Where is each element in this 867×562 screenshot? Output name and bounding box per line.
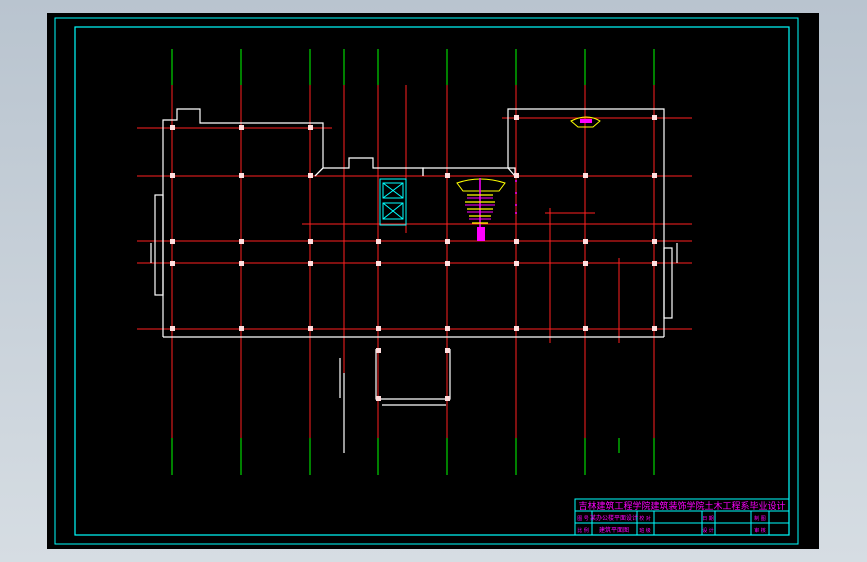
title-block-drawing-name: 建筑平面图 (599, 526, 629, 534)
title-block-cell: 设 计 (702, 527, 714, 534)
axis-red-vertical (171, 85, 655, 438)
inner-frame (74, 26, 790, 536)
title-block-cell: 制 图 (754, 515, 766, 522)
building-outline (150, 108, 678, 453)
elevator-shaft (379, 178, 407, 226)
axis-green-top (171, 49, 655, 85)
column-markers (170, 115, 657, 401)
floor-plan-drawing: 吉林建筑工程学院建筑装饰学院土木工程系毕业设计 某办公楼平面设计 建筑平面图 图… (54, 17, 799, 545)
stair-symbol (456, 116, 601, 241)
title-block-cell: 审 核 (754, 527, 766, 534)
outer-frame (54, 17, 799, 545)
title-block-cell: 比 例 (577, 527, 589, 534)
title-block-cell: 班 级 (639, 527, 651, 534)
title-block-subject: 某办公楼平面设计 (590, 514, 638, 522)
drawing-viewport[interactable]: 吉林建筑工程学院建筑装饰学院土木工程系毕业设计 某办公楼平面设计 建筑平面图 图… (47, 13, 819, 549)
title-block-cell: 校 对 (639, 515, 651, 522)
title-block-header: 吉林建筑工程学院建筑装饰学院土木工程系毕业设计 (578, 500, 785, 512)
cad-application-window: 吉林建筑工程学院建筑装饰学院土木工程系毕业设计 某办公楼平面设计 建筑平面图 图… (0, 0, 867, 562)
title-block[interactable]: 吉林建筑工程学院建筑装饰学院土木工程系毕业设计 某办公楼平面设计 建筑平面图 图… (574, 498, 790, 536)
axis-green-bottom (171, 438, 655, 475)
title-block-cell: 图 号 (577, 516, 589, 522)
axis-red-horizontal (137, 117, 692, 330)
title-block-cell: 日 期 (702, 516, 714, 522)
